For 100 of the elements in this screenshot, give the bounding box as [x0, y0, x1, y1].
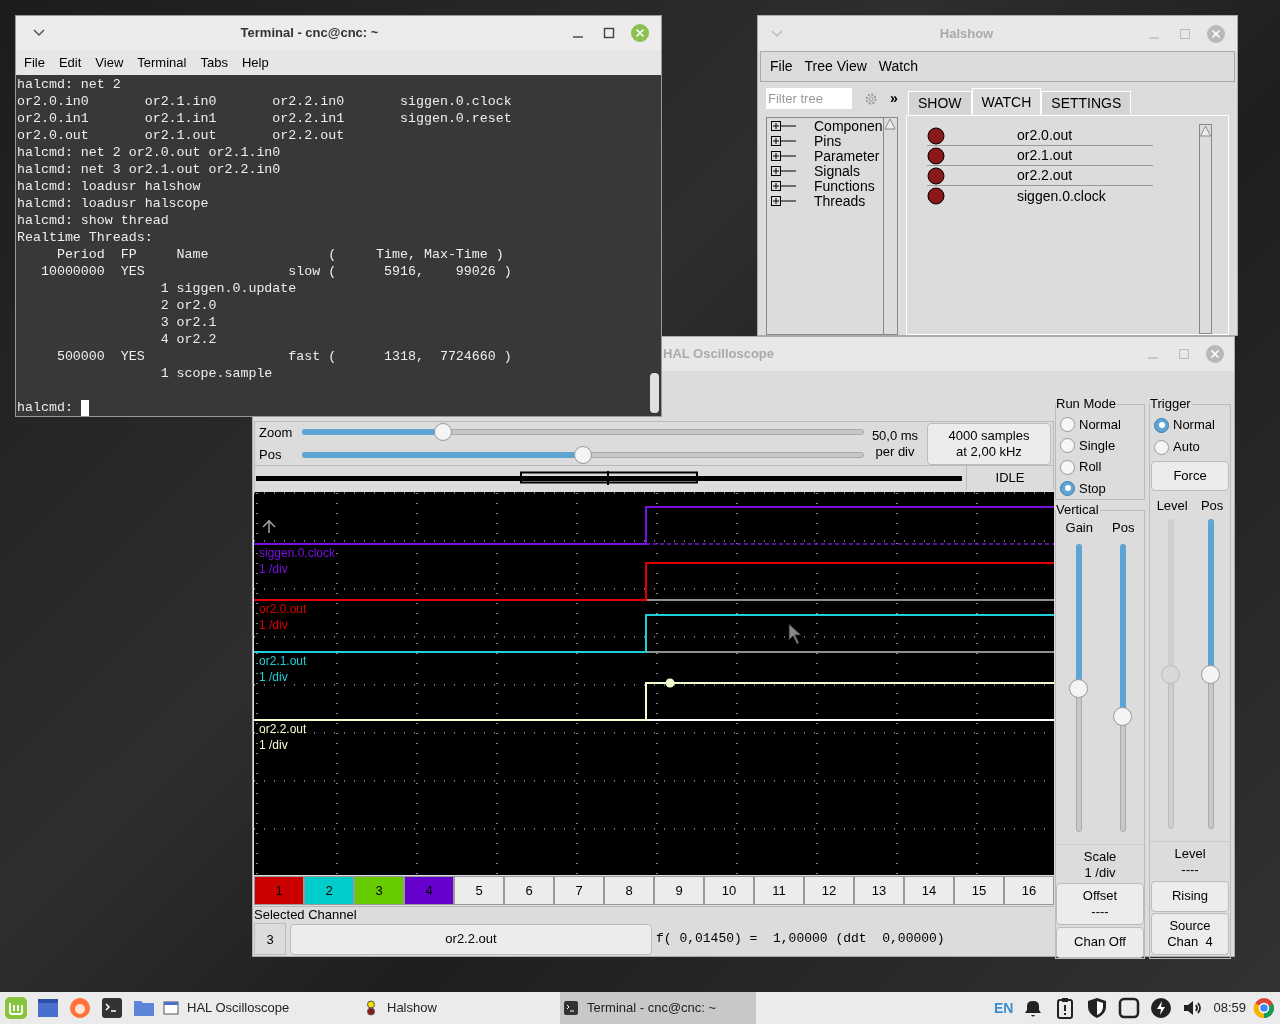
browser-icon[interactable] — [1252, 996, 1276, 1020]
slider[interactable] — [1068, 543, 1088, 832]
scrollbar-thumb[interactable] — [650, 373, 659, 413]
channel-button[interactable]: 1 — [254, 876, 304, 905]
terminal-line: 500000 YES fast ( 1318, 7724660 ) — [55, 348, 513, 365]
channel-button[interactable]: 15 — [954, 876, 1004, 905]
time-per-div: per div — [875, 443, 915, 460]
scrollbar[interactable] — [883, 118, 897, 334]
menu-item[interactable]: File — [770, 56, 793, 77]
menu-item[interactable]: Help — [241, 52, 269, 73]
tree-item[interactable]: Functions — [814, 179, 875, 194]
slider[interactable] — [1112, 543, 1132, 832]
menu-item[interactable]: Tree View — [804, 56, 867, 77]
trace-scale: 1 /div — [259, 618, 288, 632]
window-icon — [163, 1000, 179, 1016]
expand-button[interactable]: » — [890, 88, 898, 109]
tree-item[interactable]: Parameter — [814, 149, 880, 164]
terminal-line: halcmd: show thread — [17, 212, 170, 229]
channel-button[interactable]: 11 — [754, 876, 804, 905]
tab[interactable]: SHOW — [908, 91, 972, 114]
scale-readout: 1 /div — [1084, 864, 1116, 881]
channel-button[interactable]: 3 — [354, 876, 404, 905]
slider-thumb[interactable] — [433, 423, 452, 442]
terminal-line: halcmd: loadusr halshow — [17, 178, 202, 195]
channel-button[interactable]: 5 — [454, 876, 504, 905]
taskbar-button[interactable]: Terminal - cnc@cnc: ~ — [560, 992, 756, 1024]
source-button[interactable]: Source Chan 4 — [1151, 912, 1229, 955]
slider-label: Level — [1156, 497, 1188, 515]
slider-thumb[interactable] — [1200, 664, 1220, 684]
cursor-dot — [665, 678, 675, 688]
slider-thumb[interactable] — [574, 445, 592, 464]
maximize-icon — [1178, 348, 1190, 360]
terminal-line: 2 or2.0 — [159, 297, 218, 314]
tab[interactable]: SETTINGS — [1041, 91, 1132, 114]
menu-item[interactable]: Edit — [58, 52, 82, 73]
radio-option[interactable]: Auto — [1154, 436, 1230, 458]
terminal-icon[interactable] — [100, 996, 124, 1020]
slider[interactable] — [302, 423, 864, 442]
terminal-line: halcmd: net 3 or2.1.out or2.2.in0 — [17, 161, 282, 178]
channel-button[interactable]: 12 — [804, 876, 854, 905]
lightning-icon[interactable] — [1149, 996, 1174, 1020]
browser-icon[interactable] — [68, 996, 92, 1020]
scrollbar[interactable] — [1199, 124, 1212, 334]
tree-item[interactable]: Signals — [814, 164, 860, 179]
terminal-line: Period FP Name ( Time, Max-Time ) — [55, 246, 505, 263]
channel-name-button[interactable]: or2.2.out — [290, 923, 652, 955]
menu-item[interactable]: Terminal — [137, 52, 187, 73]
slider[interactable] — [1160, 518, 1180, 829]
chan-off-button[interactable]: Chan Off — [1056, 926, 1144, 958]
window-icon[interactable] — [36, 996, 60, 1020]
radio-option[interactable]: Normal — [1060, 414, 1144, 436]
menu-item[interactable]: Watch — [878, 56, 918, 77]
trace-name: or2.0.out — [259, 602, 307, 616]
clock[interactable]: 08:59 — [1213, 998, 1246, 1018]
scroll-up-icon — [1200, 125, 1211, 137]
force-button[interactable]: Force — [1151, 461, 1229, 491]
level-readout: ---- — [1181, 861, 1199, 878]
slider-thumb[interactable] — [1112, 707, 1132, 727]
window-title: Terminal - cnc@cnc: ~ — [239, 24, 380, 43]
slider-thumb[interactable] — [1068, 678, 1088, 698]
channel-button[interactable]: 16 — [1004, 876, 1054, 905]
chevron-down-icon — [770, 28, 784, 39]
slider-label: Zoom — [259, 423, 294, 442]
tree-item[interactable]: Pins — [814, 134, 842, 149]
menu-item[interactable]: File — [24, 52, 45, 73]
window-title: HAL Oscilloscope — [663, 345, 775, 364]
channel-button[interactable]: 8 — [604, 876, 654, 905]
gear-icon — [864, 91, 878, 106]
tree-item[interactable]: Threads — [814, 194, 866, 209]
menu-item[interactable]: View — [95, 52, 124, 73]
slider[interactable] — [302, 445, 864, 464]
slider-label: Gain — [1065, 519, 1093, 537]
radio-option[interactable]: Single — [1060, 435, 1144, 457]
radio-option[interactable]: Roll — [1060, 456, 1144, 478]
tree-item[interactable]: Componen — [814, 119, 883, 134]
channel-button[interactable]: 9 — [654, 876, 704, 905]
channel-button[interactable]: 14 — [904, 876, 954, 905]
trace-scale: 1 /div — [259, 562, 288, 576]
channel-button[interactable]: 2 — [304, 876, 354, 905]
group-title: Trigger — [1150, 396, 1192, 412]
menu-icon[interactable] — [4, 996, 28, 1020]
offset-button[interactable]: Offset ---- — [1056, 882, 1144, 925]
minimize-icon — [1149, 36, 1159, 39]
window-icon[interactable] — [1117, 996, 1142, 1020]
channel-button[interactable]: 7 — [554, 876, 604, 905]
menu-item[interactable]: Tabs — [200, 52, 228, 73]
tab[interactable]: WATCH — [971, 88, 1042, 115]
channel-button[interactable]: 6 — [504, 876, 554, 905]
close-icon — [1207, 24, 1225, 43]
text-cursor — [80, 399, 89, 416]
samples-button[interactable]: 4000 samples at 2,00 kHz — [927, 422, 1051, 465]
channel-button[interactable]: 13 — [854, 876, 904, 905]
terminal-line: 4 or2.2 — [159, 331, 218, 348]
trace-name: or2.1.out — [259, 654, 307, 668]
slider[interactable] — [1200, 518, 1220, 829]
radio-option[interactable]: Normal — [1154, 414, 1230, 436]
filter-field[interactable]: Filter tree — [766, 88, 852, 109]
channel-button[interactable]: 10 — [704, 876, 754, 905]
edge-button[interactable]: Rising — [1151, 880, 1229, 912]
radio-option[interactable]: Stop — [1060, 477, 1144, 499]
